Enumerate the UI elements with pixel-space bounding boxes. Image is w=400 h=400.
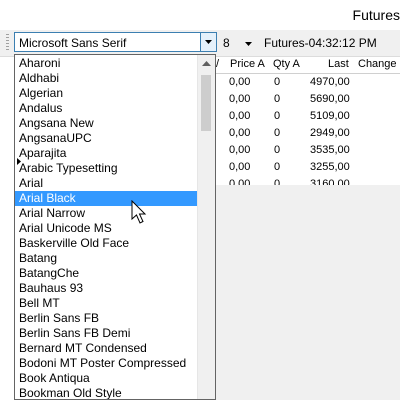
font-option[interactable]: Arabic Typesetting — [15, 161, 199, 176]
vertical-scrollbar[interactable] — [197, 55, 215, 399]
futures-time-label: Futures-04:32:12 PM — [264, 36, 377, 50]
font-dropdown-list[interactable]: Aharoni Aldhabi Algerian Andalus Angsana… — [14, 54, 216, 400]
font-option[interactable]: Aldhabi — [15, 71, 199, 86]
column-header-change[interactable]: Change — [358, 58, 397, 70]
font-option[interactable]: Batang — [15, 251, 199, 266]
table-row[interactable]: 0,00 0 3535,00 — [205, 142, 400, 160]
font-option[interactable]: Algerian — [15, 86, 199, 101]
font-option[interactable]: Berlin Sans FB — [15, 311, 199, 326]
table-row[interactable]: 0,00 0 3255,00 — [205, 159, 400, 177]
last-cell: 3535,00 — [310, 144, 350, 156]
font-option-selected[interactable]: Arial Black — [15, 191, 199, 206]
table-row[interactable]: 0,00 0 2949,00 — [205, 125, 400, 143]
price-cell: 0,00 — [229, 110, 251, 122]
scrollbar-thumb[interactable] — [201, 75, 211, 131]
qty-cell: 0 — [274, 110, 281, 122]
empty-panel — [205, 185, 400, 400]
price-cell: 0,00 — [229, 127, 251, 139]
chevron-down-icon — [245, 42, 252, 46]
title-bar: Futures — [0, 0, 400, 31]
font-option[interactable]: Arial Unicode MS — [15, 221, 199, 236]
toolbar-grip-icon[interactable] — [6, 34, 9, 52]
scroll-up-button[interactable] — [198, 55, 215, 72]
last-cell: 4970,00 — [310, 76, 350, 88]
table-row[interactable]: 0,00 0 5690,00 — [205, 91, 400, 109]
price-cell: 0,00 — [229, 144, 251, 156]
price-cell: 0,00 — [229, 93, 251, 105]
font-option[interactable]: Book Antiqua — [15, 371, 199, 386]
font-option[interactable]: Angsana New — [15, 116, 199, 131]
qty-cell: 0 — [274, 144, 281, 156]
price-cell: 0,00 — [229, 161, 251, 173]
mouse-cursor-icon — [131, 200, 147, 224]
grid-header: / Price A Qty A Last Change — [205, 57, 400, 74]
column-header-price-a[interactable]: Price A — [230, 58, 265, 70]
font-option[interactable]: AngsanaUPC — [15, 131, 199, 146]
font-option[interactable]: Bell MT — [15, 296, 199, 311]
font-family-combobox[interactable]: Microsoft Sans Serif — [14, 32, 217, 52]
font-option[interactable]: Aparajita — [15, 146, 199, 161]
column-header-last[interactable]: Last — [328, 58, 349, 70]
font-option[interactable]: Bernard MT Condensed — [15, 341, 199, 356]
font-size-value: 8 — [223, 36, 230, 50]
font-option[interactable]: Baskerville Old Face — [15, 236, 199, 251]
column-header[interactable]: / — [216, 58, 219, 70]
qty-cell: 0 — [274, 161, 281, 173]
font-option[interactable]: Bauhaus 93 — [15, 281, 199, 296]
font-option[interactable]: Bookman Old Style — [15, 386, 199, 399]
data-grid: / Price A Qty A Last Change 0,00 0 4970,… — [205, 57, 400, 190]
table-row[interactable]: 0,00 0 4970,00 — [205, 74, 400, 92]
font-option[interactable]: Aharoni — [15, 56, 199, 71]
font-family-value: Microsoft Sans Serif — [19, 36, 127, 50]
font-option[interactable]: Arial — [15, 176, 199, 191]
last-cell: 5690,00 — [310, 93, 350, 105]
qty-cell: 0 — [274, 76, 281, 88]
chevron-up-icon — [202, 61, 211, 66]
last-cell: 2949,00 — [310, 127, 350, 139]
table-row[interactable]: 0,00 0 3160,00 — [205, 176, 400, 190]
font-size-combobox[interactable]: 8 — [219, 34, 255, 52]
price-cell: 0,00 — [229, 76, 251, 88]
font-dropdown-button[interactable] — [200, 33, 216, 51]
chevron-down-icon — [205, 40, 212, 44]
table-row[interactable]: 0,00 0 5109,00 — [205, 108, 400, 126]
column-header-qty-a[interactable]: Qty A — [273, 58, 300, 70]
font-option[interactable]: Berlin Sans FB Demi — [15, 326, 199, 341]
last-cell: 5109,00 — [310, 110, 350, 122]
last-cell: 3255,00 — [310, 161, 350, 173]
font-option[interactable]: Arial Narrow — [15, 206, 199, 221]
font-option[interactable]: BatangChe — [15, 266, 199, 281]
toolbar: Microsoft Sans Serif 8 Futures-04:32:12 … — [0, 30, 400, 57]
font-option[interactable]: Andalus — [15, 101, 199, 116]
font-option[interactable]: Bodoni MT Poster Compressed — [15, 356, 199, 371]
qty-cell: 0 — [274, 127, 281, 139]
qty-cell: 0 — [274, 93, 281, 105]
window-title: Futures — [352, 7, 400, 23]
